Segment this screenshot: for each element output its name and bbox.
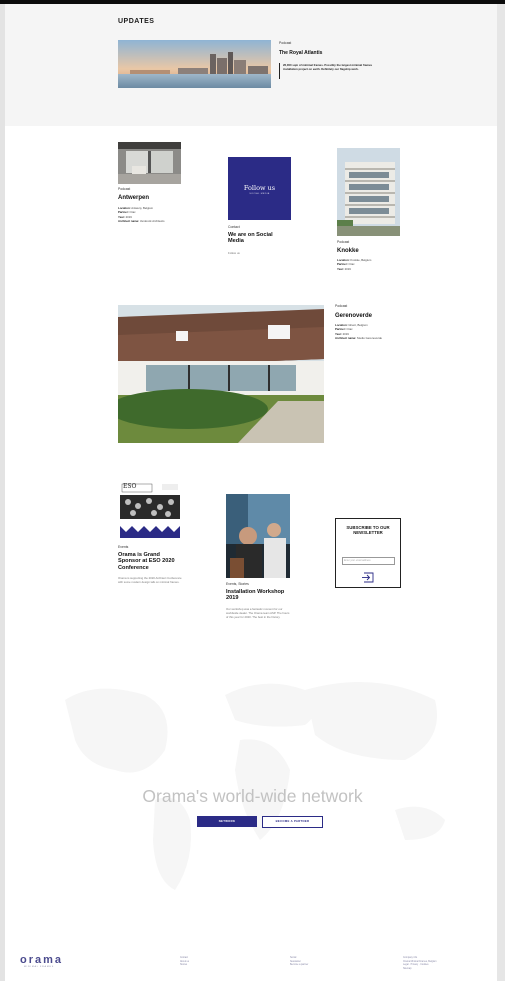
- newsletter-box: SUBSCRIBE TO OUR NEWSLETTER Enter your e…: [335, 518, 401, 588]
- eso-poster-title: ESO: [123, 483, 137, 490]
- eso-title[interactable]: Orama is Grand Sponsor at ESO 2020 Confe…: [118, 552, 184, 571]
- footer-column-2: Social Newsletter Become a partner: [290, 957, 308, 968]
- footer-link[interactable]: Become a partner: [290, 964, 308, 968]
- featured-divider: [279, 63, 280, 79]
- orama-logo-subtitle: MINIMAL FRAMES: [24, 966, 54, 968]
- antwerpen-title[interactable]: Antwerpen: [118, 195, 149, 202]
- antwerpen-meta: Location: Antwerp, Belgium Partner: Orac…: [118, 206, 165, 223]
- newsletter-email-input[interactable]: Enter your email address: [342, 557, 395, 565]
- featured-image-royal-atlantis[interactable]: [118, 40, 271, 88]
- scrollbar-track[interactable]: [497, 4, 505, 981]
- eso-tag: Events: [118, 545, 129, 549]
- eso-description: Orama is supporting the 2020 Architect C…: [118, 576, 182, 585]
- gerenoverde-tag: Podcast: [335, 304, 348, 308]
- social-sub: Follow us: [228, 251, 240, 255]
- gerenoverde-meta: Location: Ghent, Belgium Partner: Orac Y…: [335, 323, 382, 340]
- knokke-title[interactable]: Knokke: [337, 248, 359, 255]
- featured-tag: Podcast: [279, 41, 292, 45]
- featured-title[interactable]: The Royal Atlantis: [279, 50, 322, 57]
- featured-description: 26,000 sqm of minimal frames. Possibly t…: [283, 63, 373, 72]
- follow-us-card[interactable]: Follow us SOCIAL MEDIA: [228, 157, 291, 220]
- network-heading: Orama's world-wide network: [142, 786, 363, 806]
- gerenoverde-image[interactable]: [118, 305, 324, 443]
- footer-column-1: Contact About us Stories: [180, 957, 189, 968]
- knokke-meta: Location: Knokke, Belgium Partner: Orac …: [337, 258, 372, 271]
- arrow-into-box-icon[interactable]: [361, 570, 374, 583]
- follow-us-card-subtitle: SOCIAL MEDIA: [249, 193, 270, 195]
- antwerpen-tag: Podcast: [118, 187, 131, 191]
- gerenoverde-title[interactable]: Gerenoverde: [335, 313, 372, 320]
- footer-link[interactable]: Stories: [180, 964, 189, 968]
- workshop-title[interactable]: Installation Workshop 2019: [226, 589, 292, 602]
- footer-link[interactable]: Sitemap: [403, 968, 493, 972]
- become-partner-button[interactable]: BECOME A PARTNER: [262, 816, 323, 828]
- workshop-description: Our workshop was a fantastic moment for …: [226, 607, 290, 620]
- social-tag: Contact: [228, 225, 240, 229]
- newsletter-title: SUBSCRIBE TO OUR NEWSLETTER: [346, 525, 390, 536]
- knokke-tag: Podcast: [337, 240, 350, 244]
- footer-column-3: Company info Orama Minimal Frames, Belgi…: [403, 957, 493, 972]
- follow-us-card-title: Follow us: [243, 184, 276, 192]
- updates-heading: UPDATES: [118, 18, 155, 25]
- social-title[interactable]: We are on Social Media: [228, 232, 283, 245]
- workshop-image[interactable]: [226, 494, 290, 578]
- orama-logo[interactable]: orama: [20, 954, 63, 966]
- network-button[interactable]: NETWORK: [197, 816, 257, 827]
- workshop-tag: Events, Stories: [226, 582, 249, 586]
- antwerpen-image[interactable]: [118, 142, 181, 184]
- knokke-image[interactable]: [337, 148, 400, 236]
